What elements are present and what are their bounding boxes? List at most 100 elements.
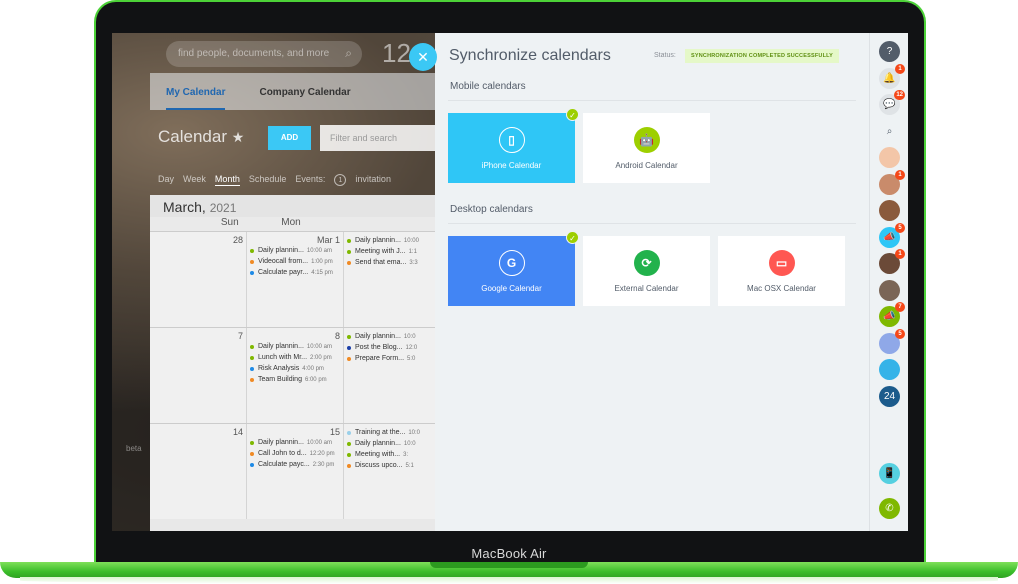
event-time: 5:1 [405,462,414,469]
calendar-event[interactable]: Videocall from... 1:00 pm [250,258,340,265]
calendar-event[interactable]: Calculate payr... 4:15 pm [250,269,340,276]
event-time: 10:0 [403,333,416,340]
calendar-event[interactable]: Meeting with... 3: [347,451,437,458]
close-panel-button[interactable]: ✕ [409,43,437,71]
day-cell[interactable]: 7 [150,328,246,423]
event-time: 1:00 pm [311,258,333,265]
event-name: Calculate payc... [258,461,310,468]
event-name: Meeting with J... [355,248,406,255]
notification-badge: 5 [895,328,905,339]
day-number: 15 [329,427,340,437]
avatar-7[interactable] [879,359,900,380]
calendar-title: Calendar ★ [158,127,244,147]
calendar-event[interactable]: Lunch with Mr... 2:00 pm [250,354,340,361]
day-cell[interactable]: Mar 1 Daily plannin... 10:00 am Videocall f… [246,232,343,327]
add-button[interactable]: ADD [268,126,311,150]
calendar-event[interactable]: Daily plannin... 10:00 am [250,439,340,446]
events-count[interactable]: 1 [334,174,347,186]
view-month[interactable]: Month [214,174,240,186]
event-name: Training at the... [355,429,406,436]
event-dot [250,248,254,253]
star-icon[interactable]: ★ [232,129,245,145]
calendar-event[interactable]: Daily plannin... 10:00 am [250,247,340,254]
view-week[interactable]: Week [183,174,206,186]
day-cell[interactable]: 8 Daily plannin... 10:00 am Lunch with Mr..… [246,328,343,423]
day-cell[interactable]: Daily plannin... 10:00 Meeting with J... 1:… [343,232,440,327]
filter-input[interactable]: Filter and search [320,125,450,151]
notification-badge: 7 [895,302,905,312]
calendar-event[interactable]: Meeting with J... 1:1 [347,248,437,255]
notification-badge: 1 [895,249,905,259]
event-name: Videocall from... [258,258,309,265]
avatar-1[interactable] [879,147,900,168]
divider [448,100,856,101]
invitation-label[interactable]: invitation [355,174,391,186]
sync-phone-icon[interactable]: 📱 [879,463,900,484]
day-number: 7 [237,331,243,341]
global-search-input[interactable]: find people, documents, and more ⌕ [166,41,362,67]
weekday-header: Sun Mon [150,217,440,231]
calendar-tile-android[interactable]: 🤖 Android Calendar [583,113,710,183]
calendar-event[interactable]: Risk Analysis 4:00 pm [250,365,340,372]
calendar-tile-google[interactable]: G Google Calendar ✓ [448,231,579,306]
tab-my-calendar[interactable]: My Calendar [166,87,226,110]
device-label: MacBook Air [471,546,547,561]
calendar-event[interactable]: Prepare Form... 5:0 [347,355,437,362]
calendar-event[interactable]: Calculate payc... 2:30 pm [250,461,340,468]
calendar-tile-sync-calendar[interactable]: ⟳ External Calendar [583,236,710,306]
calendar-event[interactable]: Send that ema... 3:3 [347,259,437,266]
chat-icon[interactable]: 💬 12 [879,90,905,115]
calendar-tile-monitor[interactable]: ▭ Mac OSX Calendar [718,236,845,306]
day-cell[interactable]: Training at the... 10:0 Daily plannin... 10… [343,424,440,519]
tab-company-calendar[interactable]: Company Calendar [259,87,350,110]
search-icon[interactable]: ⌕ [879,121,900,142]
calendar-event[interactable]: Daily plannin... 10:00 [347,237,437,244]
view-schedule[interactable]: Schedule [249,174,287,186]
calendar-event[interactable]: Call John to d... 12:20 pm [250,450,340,457]
event-name: Calculate payr... [258,269,309,276]
avatar-3[interactable] [879,200,900,221]
day-cell[interactable]: Daily plannin... 10:0 Post the Blog... 12:0… [343,328,440,423]
day-cell[interactable]: 28 [150,232,246,327]
mobile-section-label: Mobile calendars [450,81,526,92]
day-cell[interactable]: 15 Daily plannin... 10:00 am Call John to d… [246,424,343,519]
search-icon: ⌕ [345,46,352,60]
calendar-title-text: Calendar [158,127,227,146]
status-label: Status: [654,52,676,59]
tile-label: Android Calendar [615,161,678,170]
calendar-event[interactable]: Team Building 6:00 pm [250,376,340,383]
event-dot [347,356,351,361]
avatar-2[interactable]: 1 [879,169,905,195]
bitrix24-icon[interactable]: 24 [879,385,900,407]
call-icon[interactable]: ✆ [879,498,900,519]
calendar-event[interactable]: Post the Blog... 12:0 [347,344,437,351]
divider [448,223,856,224]
calendar-event[interactable]: Discuss upco... 5:1 [347,462,437,469]
screen: find people, documents, and more ⌕ 12 ✕ … [112,33,908,531]
calendar-tile-phone[interactable]: ▯ iPhone Calendar ✓ [448,108,579,183]
view-day[interactable]: Day [158,174,174,186]
day-cell[interactable]: 14 [150,424,246,519]
avatar-6[interactable]: 5 [879,328,905,354]
megaphone-green-icon[interactable]: 📣 7 [879,302,905,327]
calendar-event[interactable]: Daily plannin... 10:0 [347,440,437,447]
calendar-event[interactable]: Daily plannin... 10:0 [347,333,437,340]
event-name: Meeting with... [355,451,401,458]
event-name: Daily plannin... [258,439,304,446]
bell-icon[interactable]: 🔔 1 [879,63,905,89]
event-time: 10:00 [403,237,419,244]
avatar-5[interactable] [879,279,900,301]
event-dot [347,463,351,468]
week-row: 28 Mar 1 Daily plannin... 10:00 am Videocall… [150,231,440,327]
year: 2021 [209,201,237,215]
calendar-event[interactable]: Daily plannin... 10:00 am [250,343,340,350]
avatar-4[interactable]: 1 [879,249,905,274]
help-icon[interactable]: ? [879,41,900,62]
weekday-label [343,217,440,231]
calendar-event[interactable]: Training at the... 10:0 [347,429,437,436]
event-time: 12:20 pm [309,450,335,457]
notification-badge: 12 [894,90,905,100]
event-dot [250,344,254,349]
megaphone-icon[interactable]: 📣 5 [879,222,905,248]
weekday-label: Mon [281,217,301,228]
